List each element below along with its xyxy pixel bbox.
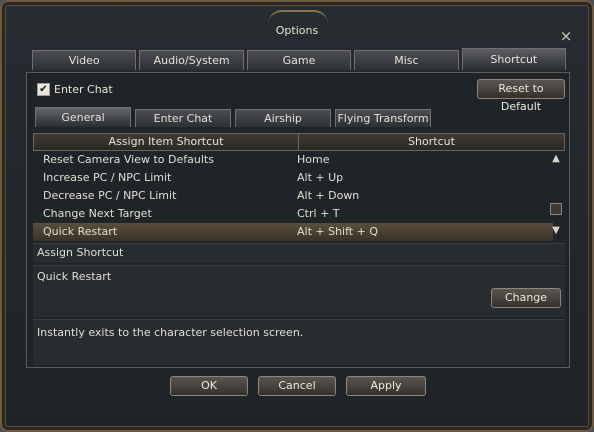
scrollbar-thumb[interactable] [550, 203, 562, 215]
chevron-down-icon[interactable]: ▼ [549, 225, 563, 237]
change-button[interactable]: Change [491, 288, 561, 308]
tab-shortcut[interactable]: Shortcut [461, 48, 567, 70]
description-box: Instantly exits to the character selecti… [33, 319, 565, 365]
row-action: Decrease PC / NPC Limit [43, 189, 177, 202]
enter-chat-checkbox[interactable]: ✔ [37, 82, 50, 96]
tab-video[interactable]: Video [32, 50, 137, 70]
chevron-up-icon[interactable]: ▲ [549, 153, 563, 165]
assign-shortcut-heading: Assign Shortcut [33, 243, 565, 263]
close-icon[interactable]: × [558, 28, 574, 44]
assign-shortcut-area: Quick Restart Change [33, 265, 565, 317]
list-scrollbar[interactable]: ▲ ▼ [549, 151, 563, 241]
apply-button[interactable]: Apply [346, 376, 426, 396]
row-key: Alt + Up [297, 171, 344, 184]
table-row[interactable]: Increase PC / NPC Limit Alt + Up [33, 169, 553, 187]
subtab-general[interactable]: General [35, 107, 131, 127]
column-header-action: Assign Item Shortcut [34, 134, 299, 150]
subtab-flying-transform[interactable]: Flying Transform [335, 109, 431, 127]
enter-chat-option[interactable]: ✔ Enter Chat [37, 81, 113, 97]
window-title: Options [275, 24, 319, 37]
column-header-shortcut: Shortcut [408, 135, 455, 148]
ok-button[interactable]: OK [170, 376, 248, 396]
table-row[interactable]: Change Next Target Ctrl + T [33, 205, 553, 223]
row-action: Change Next Target [43, 207, 152, 220]
current-shortcut-name: Quick Restart [37, 270, 112, 283]
top-tab-bar: Video Audio/System Game Misc Shortcut [32, 48, 567, 72]
tab-game[interactable]: Game [246, 50, 352, 70]
options-window: Options × Video Audio/System Game Misc S… [0, 0, 594, 432]
title-ornament [268, 10, 328, 24]
shortcut-table-header: Assign Item Shortcut Shortcut [33, 133, 565, 151]
row-action: Quick Restart [43, 225, 118, 238]
enter-chat-label: Enter Chat [54, 82, 113, 96]
title-bar: Options × [8, 8, 586, 44]
description-text: Instantly exits to the character selecti… [37, 326, 304, 339]
reset-to-default-button[interactable]: Reset to Default [477, 79, 565, 113]
tab-audio-system[interactable]: Audio/System [139, 50, 244, 70]
table-row[interactable]: Decrease PC / NPC Limit Alt + Down [33, 187, 553, 205]
row-key: Alt + Down [297, 189, 360, 202]
shortcut-list: Reset Camera View to Defaults Home Incre… [33, 151, 553, 241]
shortcut-panel: ✔ Enter Chat Reset to Default General En… [26, 72, 570, 368]
cancel-button[interactable]: Cancel [258, 376, 336, 396]
subtab-airship[interactable]: Airship [235, 109, 331, 127]
row-key: Alt + Shift + Q [297, 225, 378, 238]
subtab-enter-chat[interactable]: Enter Chat [135, 109, 231, 127]
table-row[interactable]: Reset Camera View to Defaults Home [33, 151, 553, 169]
row-action: Reset Camera View to Defaults [43, 153, 214, 166]
row-key: Home [297, 153, 330, 166]
tab-misc[interactable]: Misc [354, 50, 459, 70]
row-key: Ctrl + T [297, 207, 340, 220]
table-row-selected[interactable]: Quick Restart Alt + Shift + Q [33, 223, 553, 241]
sub-tab-bar: General Enter Chat Airship Flying Transf… [35, 107, 435, 129]
footer-buttons: OK Cancel Apply [2, 376, 594, 398]
row-action: Increase PC / NPC Limit [43, 171, 172, 184]
